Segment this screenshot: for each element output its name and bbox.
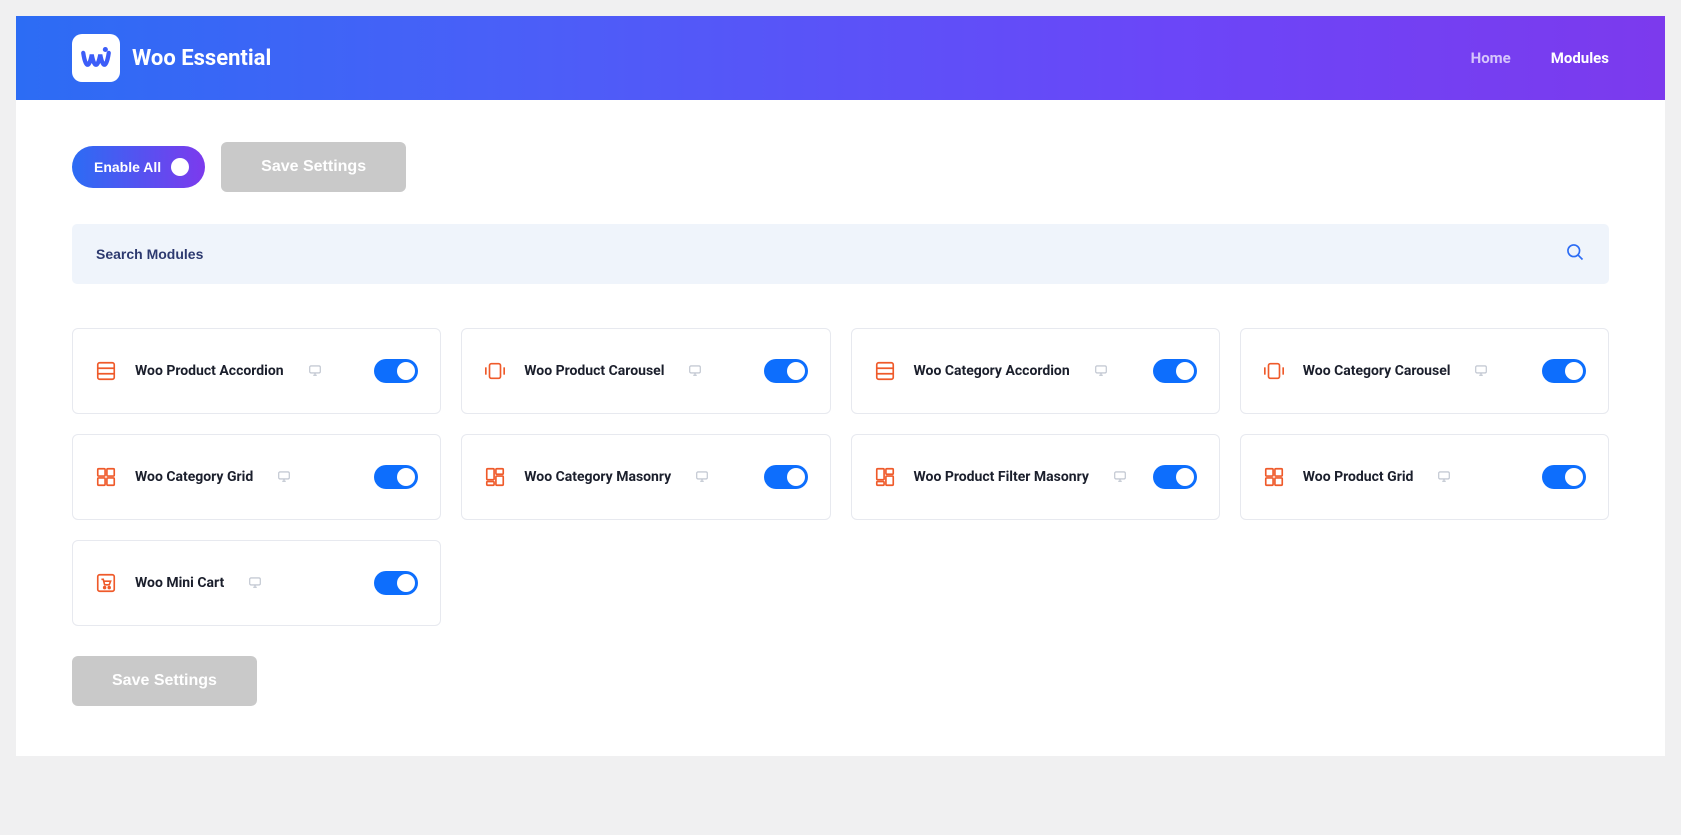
module-toggle[interactable] xyxy=(1542,359,1586,383)
demo-link-icon[interactable] xyxy=(1094,362,1108,381)
search-icon xyxy=(1565,242,1585,266)
module-toggle[interactable] xyxy=(1153,359,1197,383)
toggle-knob-icon xyxy=(1565,468,1583,486)
search-bar xyxy=(72,224,1609,284)
modules-grid: Woo Product Accordion Woo Product Carouse… xyxy=(72,328,1609,626)
module-left: Woo Product Carousel xyxy=(484,360,702,382)
header-nav: Home Modules xyxy=(1471,49,1609,67)
module-type-icon xyxy=(1263,360,1285,382)
bottom-actions: Save Settings xyxy=(72,656,1609,706)
module-toggle[interactable] xyxy=(374,571,418,595)
module-left: Woo Category Carousel xyxy=(1263,360,1489,382)
toggle-knob-icon xyxy=(1565,362,1583,380)
module-card: Woo Mini Cart xyxy=(72,540,441,626)
demo-link-icon[interactable] xyxy=(308,362,322,381)
module-left: Woo Category Grid xyxy=(95,466,291,488)
save-settings-top-button[interactable]: Save Settings xyxy=(221,142,406,192)
demo-link-icon[interactable] xyxy=(1113,468,1127,487)
brand-logo-icon xyxy=(72,34,120,82)
demo-link-icon[interactable] xyxy=(1474,362,1488,381)
module-card: Woo Product Filter Masonry xyxy=(851,434,1220,520)
module-toggle[interactable] xyxy=(1542,465,1586,489)
module-label: Woo Mini Cart xyxy=(135,575,224,591)
module-card: Woo Category Accordion xyxy=(851,328,1220,414)
content: Enable All Save Settings Woo Product Acc… xyxy=(16,100,1665,756)
demo-link-icon[interactable] xyxy=(1437,468,1451,487)
module-left: Woo Product Filter Masonry xyxy=(874,466,1127,488)
toggle-knob-icon xyxy=(397,468,415,486)
module-label: Woo Product Grid xyxy=(1303,469,1414,485)
demo-link-icon[interactable] xyxy=(248,574,262,593)
module-toggle[interactable] xyxy=(1153,465,1197,489)
module-label: Woo Product Carousel xyxy=(524,363,664,379)
top-actions: Enable All Save Settings xyxy=(72,142,1609,192)
module-left: Woo Mini Cart xyxy=(95,572,262,594)
module-type-icon xyxy=(95,360,117,382)
module-type-icon xyxy=(874,466,896,488)
module-card: Woo Category Grid xyxy=(72,434,441,520)
toggle-knob-icon xyxy=(787,362,805,380)
module-label: Woo Category Carousel xyxy=(1303,363,1451,379)
module-type-icon xyxy=(484,360,506,382)
module-type-icon xyxy=(874,360,896,382)
module-left: Woo Product Accordion xyxy=(95,360,322,382)
module-type-icon xyxy=(95,466,117,488)
module-label: Woo Category Accordion xyxy=(914,363,1070,379)
toggle-knob-icon xyxy=(397,574,415,592)
enable-all-label: Enable All xyxy=(94,159,161,175)
module-toggle[interactable] xyxy=(374,465,418,489)
demo-link-icon[interactable] xyxy=(688,362,702,381)
module-toggle[interactable] xyxy=(764,465,808,489)
module-card: Woo Product Grid xyxy=(1240,434,1609,520)
module-label: Woo Product Filter Masonry xyxy=(914,469,1089,485)
toggle-dot-icon xyxy=(171,158,189,176)
module-card: Woo Category Carousel xyxy=(1240,328,1609,414)
module-toggle[interactable] xyxy=(764,359,808,383)
toggle-knob-icon xyxy=(1176,468,1194,486)
module-left: Woo Product Grid xyxy=(1263,466,1452,488)
brand: Woo Essential xyxy=(72,34,271,82)
module-type-icon xyxy=(95,572,117,594)
toggle-knob-icon xyxy=(787,468,805,486)
nav-link-home[interactable]: Home xyxy=(1471,49,1511,67)
enable-all-button[interactable]: Enable All xyxy=(72,146,205,188)
toggle-knob-icon xyxy=(1176,362,1194,380)
module-type-icon xyxy=(1263,466,1285,488)
toggle-knob-icon xyxy=(397,362,415,380)
module-card: Woo Product Carousel xyxy=(461,328,830,414)
module-left: Woo Category Accordion xyxy=(874,360,1108,382)
module-type-icon xyxy=(484,466,506,488)
demo-link-icon[interactable] xyxy=(277,468,291,487)
save-settings-bottom-button[interactable]: Save Settings xyxy=(72,656,257,706)
module-label: Woo Category Masonry xyxy=(524,469,671,485)
module-left: Woo Category Masonry xyxy=(484,466,709,488)
nav-link-modules[interactable]: Modules xyxy=(1551,49,1609,67)
header: Woo Essential Home Modules xyxy=(16,16,1665,100)
module-label: Woo Category Grid xyxy=(135,469,253,485)
module-card: Woo Category Masonry xyxy=(461,434,830,520)
module-card: Woo Product Accordion xyxy=(72,328,441,414)
module-label: Woo Product Accordion xyxy=(135,363,284,379)
brand-title: Woo Essential xyxy=(132,46,271,71)
search-input[interactable] xyxy=(96,224,1565,284)
module-toggle[interactable] xyxy=(374,359,418,383)
demo-link-icon[interactable] xyxy=(695,468,709,487)
